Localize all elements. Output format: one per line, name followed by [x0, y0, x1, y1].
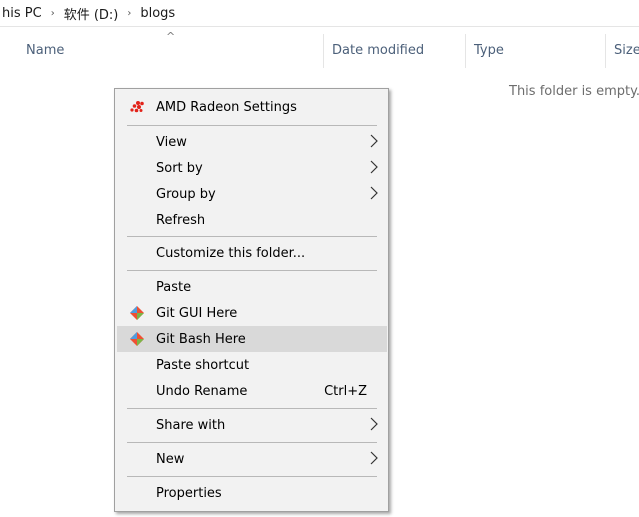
menu-separator — [127, 236, 377, 237]
menu-item-properties[interactable]: Properties — [117, 480, 387, 506]
menu-separator — [127, 270, 377, 271]
menu-separator — [127, 476, 377, 477]
menu-item-view[interactable]: View — [117, 129, 387, 155]
column-header-size[interactable]: Size — [614, 30, 639, 70]
menu-separator — [127, 408, 377, 409]
menu-item-label: View — [156, 134, 187, 150]
context-menu: AMD Radeon Settings View Sort by Group b… — [114, 88, 389, 512]
menu-separator — [127, 442, 377, 443]
chevron-right-icon — [370, 160, 378, 174]
menu-item-label: Sort by — [156, 160, 203, 176]
menu-item-label: AMD Radeon Settings — [156, 99, 297, 115]
chevron-right-icon — [370, 417, 378, 431]
menu-item-label: Customize this folder... — [156, 245, 306, 261]
column-header-row: Name Date modified Type Size — [0, 30, 639, 70]
menu-item-refresh[interactable]: Refresh — [117, 207, 387, 233]
chevron-right-icon — [370, 451, 378, 465]
menu-item-label: Refresh — [156, 212, 206, 228]
menu-item-label: New — [156, 451, 185, 467]
menu-item-git-bash-here[interactable]: Git Bash Here — [117, 326, 387, 352]
menu-item-label: Git Bash Here — [156, 331, 246, 347]
column-header-date-label: Date modified — [332, 42, 425, 58]
column-header-type[interactable]: Type — [474, 30, 602, 70]
column-divider[interactable] — [323, 34, 324, 68]
menu-item-share-with[interactable]: Share with — [117, 412, 387, 438]
menu-item-amd-radeon-settings[interactable]: AMD Radeon Settings — [117, 94, 387, 120]
menu-item-label: Group by — [156, 186, 216, 202]
menu-item-label: Git GUI Here — [156, 305, 238, 321]
breadcrumb-separator-icon[interactable]: › — [44, 8, 62, 19]
menu-item-customize-folder[interactable]: Customize this folder... — [117, 240, 387, 266]
breadcrumb-item-drive-d[interactable]: 软件 (D:) — [62, 4, 121, 23]
breadcrumb-separator-icon[interactable]: › — [120, 8, 138, 19]
menu-item-new[interactable]: New — [117, 446, 387, 472]
amd-radeon-icon — [130, 101, 144, 113]
keyboard-shortcut: Ctrl+Z — [324, 383, 367, 399]
menu-item-label: Share with — [156, 417, 226, 433]
column-header-date-modified[interactable]: Date modified — [332, 30, 460, 70]
column-header-type-label: Type — [474, 42, 504, 58]
menu-item-paste[interactable]: Paste — [117, 274, 387, 300]
menu-item-label: Undo Rename — [156, 383, 248, 399]
breadcrumb-item-blogs[interactable]: blogs — [138, 6, 177, 21]
menu-item-label: Properties — [156, 485, 222, 501]
menu-separator — [127, 125, 377, 126]
menu-item-label: Paste — [156, 279, 192, 295]
column-divider[interactable] — [465, 34, 466, 68]
menu-item-label: Paste shortcut — [156, 357, 250, 373]
chevron-right-icon — [370, 134, 378, 148]
menu-item-undo-rename[interactable]: Undo Rename Ctrl+Z — [117, 378, 387, 404]
menu-item-paste-shortcut[interactable]: Paste shortcut — [117, 352, 387, 378]
chevron-right-icon — [370, 186, 378, 200]
empty-folder-message: This folder is empty. — [509, 84, 639, 99]
git-bash-icon — [130, 332, 144, 346]
column-header-name-label: Name — [26, 42, 65, 58]
menu-item-git-gui-here[interactable]: Git GUI Here — [117, 300, 387, 326]
column-header-size-label: Size — [614, 42, 639, 58]
column-header-name[interactable]: Name — [26, 30, 321, 70]
menu-item-group-by[interactable]: Group by — [117, 181, 387, 207]
column-divider[interactable] — [605, 34, 606, 68]
git-gui-icon — [130, 306, 144, 320]
breadcrumb-item-this-pc[interactable]: his PC — [0, 6, 44, 21]
menu-item-sort-by[interactable]: Sort by — [117, 155, 387, 181]
breadcrumb: his PC › 软件 (D:) › blogs — [0, 0, 639, 27]
